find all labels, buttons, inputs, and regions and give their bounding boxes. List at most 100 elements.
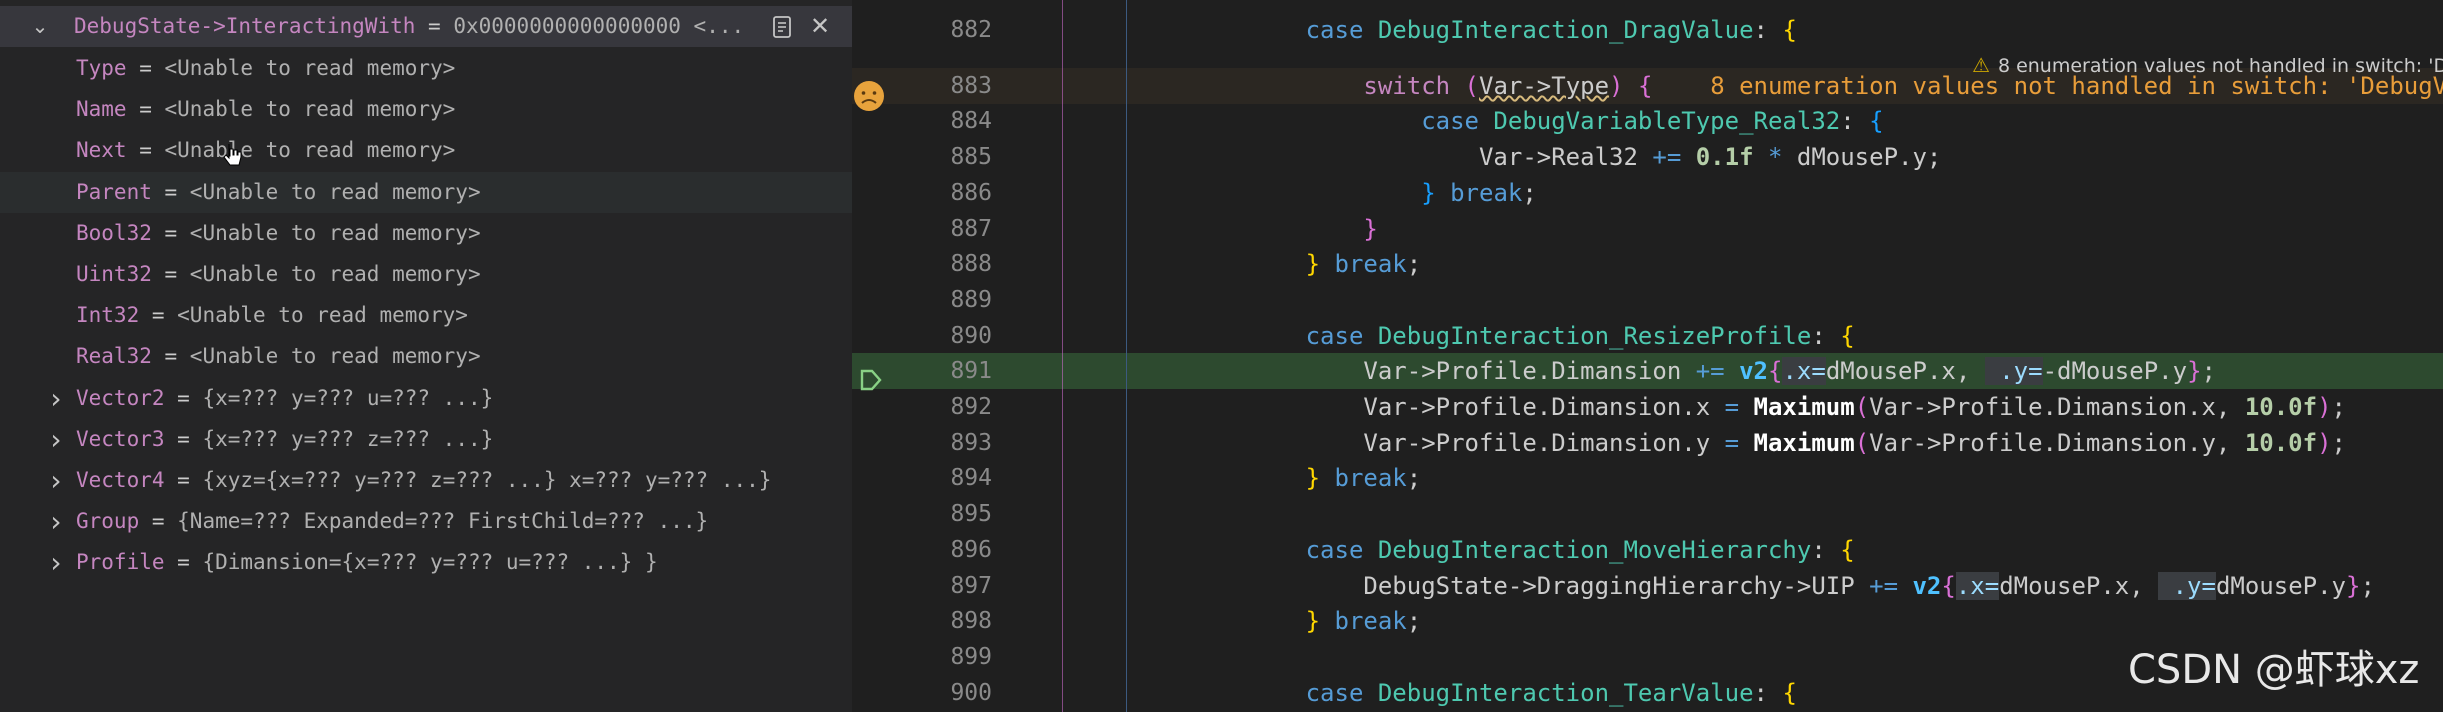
watch-var-name: Group	[76, 509, 140, 533]
code-text: case DebugInteraction_TearValue: {	[1305, 679, 1797, 707]
chevron-right-icon[interactable]: ›	[46, 378, 66, 419]
watch-row[interactable]: Real32 = <Unable to read memory>	[0, 336, 852, 377]
watch-var-name: Real32	[76, 344, 152, 368]
watch-row[interactable]: › Profile = {Dimansion={x=??? y=??? u=???…	[0, 542, 852, 583]
chevron-right-icon[interactable]: ›	[46, 460, 66, 501]
warning-banner: ⚠ 8 enumeration values not handled in swi…	[1972, 53, 2443, 77]
watch-var-value: <Unable to read memory>	[164, 97, 456, 121]
code-text: Var->Profile.Dimansion.y = Maximum(Var->…	[1190, 429, 2346, 457]
line-number: 893	[950, 430, 992, 456]
line-number: 886	[950, 180, 992, 206]
watch-var-value: {xyz={x=??? y=??? z=??? ...} x=??? y=???…	[202, 468, 772, 492]
watch-var-name: Profile	[76, 550, 165, 574]
indent-guide	[1126, 0, 1127, 712]
watch-var-value: <Unable to read memory>	[177, 303, 468, 327]
indent-guide	[1062, 0, 1063, 712]
copy-icon[interactable]	[770, 6, 794, 47]
watch-header-row[interactable]: ⌄ DebugState->InteractingWith = 0x000000…	[0, 6, 852, 47]
chevron-right-icon[interactable]: ›	[46, 501, 66, 542]
code-line[interactable]: 897 DebugState->DraggingHierarchy->UIP +…	[852, 568, 2443, 604]
watch-row[interactable]: › Vector4 = {xyz={x=??? y=??? z=??? ...} …	[0, 460, 852, 501]
code-line[interactable]: 884 case DebugVariableType_Real32: {	[852, 103, 2443, 139]
code-text: case DebugInteraction_DragValue: {	[1305, 16, 1797, 44]
code-text: } break;	[1305, 607, 1422, 635]
watch-row[interactable]: Uint32 = <Unable to read memory>	[0, 254, 852, 295]
code-text: Var->Profile.Dimansion.x = Maximum(Var->…	[1190, 393, 2346, 421]
watch-var-value: <Unable to read memory>	[189, 180, 481, 204]
line-number: 889	[950, 287, 992, 313]
code-text: case DebugInteraction_ResizeProfile: {	[1305, 322, 1855, 350]
watch-row[interactable]: › Group = {Name=??? Expanded=??? FirstChi…	[0, 501, 852, 542]
watch-var-name: Name	[76, 97, 127, 121]
line-number: 899	[950, 644, 992, 670]
watch-var-value: {x=??? y=??? z=??? ...}	[202, 427, 494, 451]
watch-var-value: <Unable to read memory>	[164, 56, 456, 80]
code-line[interactable]: 882 case DebugInteraction_DragValue: {	[852, 12, 2443, 48]
code-line[interactable]: 893 Var->Profile.Dimansion.y = Maximum(V…	[852, 425, 2443, 461]
warning-icon: ⚠	[1972, 53, 1990, 77]
watch-var-value: <Unable to read memory>	[189, 344, 481, 368]
code-line[interactable]: 887 }	[852, 211, 2443, 247]
watch-row[interactable]: Next = <Unable to read memory>	[0, 130, 852, 171]
code-line[interactable]: 896 case DebugInteraction_MoveHierarchy:…	[852, 532, 2443, 568]
line-number: 895	[950, 501, 992, 527]
code-line[interactable]: 898 } break;	[852, 603, 2443, 639]
watch-row[interactable]: › Vector2 = {x=??? y=??? u=??? ...}	[0, 378, 852, 419]
line-number: 896	[950, 537, 992, 563]
watch-row[interactable]: Name = <Unable to read memory>	[0, 89, 852, 130]
watch-expression-value: 0x0000000000000000 <...	[453, 14, 745, 38]
mouse-cursor-icon	[223, 144, 242, 166]
watch-var-value: {x=??? y=??? u=??? ...}	[202, 386, 494, 410]
watch-var-value: <Unable to read memory>	[164, 138, 456, 162]
line-number: 885	[950, 144, 992, 170]
watch-var-name: Next	[76, 138, 127, 162]
close-icon[interactable]: ✕	[810, 6, 830, 47]
code-line[interactable]: 885 Var->Real32 += 0.1f * dMouseP.y;	[852, 139, 2443, 175]
watch-var-name: Parent	[76, 180, 152, 204]
watch-row[interactable]: Parent = <Unable to read memory>	[0, 172, 852, 213]
line-number: 894	[950, 465, 992, 491]
code-line[interactable]: 892 Var->Profile.Dimansion.x = Maximum(V…	[852, 389, 2443, 425]
line-number: 892	[950, 394, 992, 420]
code-line[interactable]: 894 } break;	[852, 460, 2443, 496]
line-number: 898	[950, 608, 992, 634]
code-line[interactable]: 895	[852, 496, 2443, 532]
watch-row[interactable]: Type = <Unable to read memory>	[0, 48, 852, 89]
watermark: CSDN @虾球xz	[2128, 647, 2420, 693]
chevron-down-icon[interactable]: ⌄	[30, 6, 50, 47]
code-line[interactable]: 888 } break;	[852, 246, 2443, 282]
watch-row[interactable]: Int32 = <Unable to read memory>	[0, 295, 852, 336]
watch-expression: DebugState->InteractingWith	[74, 14, 416, 38]
watch-var-name: Vector4	[76, 468, 165, 492]
watch-var-name: Vector2	[76, 386, 165, 410]
line-number: 888	[950, 251, 992, 277]
line-number: 897	[950, 573, 992, 599]
code-line[interactable]: 886 } break;	[852, 175, 2443, 211]
watch-var-value: <Unable to read memory>	[189, 221, 481, 245]
code-text: } break;	[1305, 464, 1422, 492]
code-line[interactable]: 891 Var->Profile.Dimansion += v2{.x=dMou…	[852, 353, 2443, 389]
debug-current-line-icon[interactable]	[858, 367, 884, 393]
code-editor[interactable]: 882 case DebugInteraction_DragValue: {88…	[852, 0, 2443, 712]
code-line[interactable]: 890 case DebugInteraction_ResizeProfile:…	[852, 318, 2443, 354]
code-text: } break;	[1421, 179, 1537, 207]
sad-face-icon[interactable]	[852, 79, 886, 113]
watch-var-name: Uint32	[76, 262, 152, 286]
chevron-right-icon[interactable]: ›	[46, 542, 66, 583]
chevron-right-icon[interactable]: ›	[46, 419, 66, 460]
watch-var-value: {Name=??? Expanded=??? FirstChild=??? ..…	[177, 509, 709, 533]
watch-var-name: Int32	[76, 303, 140, 327]
code-text: } break;	[1305, 250, 1422, 278]
watch-var-name: Vector3	[76, 427, 165, 451]
watch-panel: ⌄ DebugState->InteractingWith = 0x000000…	[0, 0, 852, 712]
watch-row[interactable]: Bool32 = <Unable to read memory>	[0, 213, 852, 254]
watch-row[interactable]: › Vector3 = {x=??? y=??? z=??? ...}	[0, 419, 852, 460]
line-number: 882	[950, 17, 992, 43]
code-line[interactable]: 889	[852, 282, 2443, 318]
line-number: 890	[950, 323, 992, 349]
line-number: 900	[950, 680, 992, 706]
code-text: }	[1363, 215, 1378, 243]
code-text: case DebugVariableType_Real32: {	[1421, 107, 1884, 135]
code-text: Var->Profile.Dimansion += v2{.x=dMouseP.…	[1190, 357, 2216, 385]
watch-var-name: Type	[76, 56, 127, 80]
